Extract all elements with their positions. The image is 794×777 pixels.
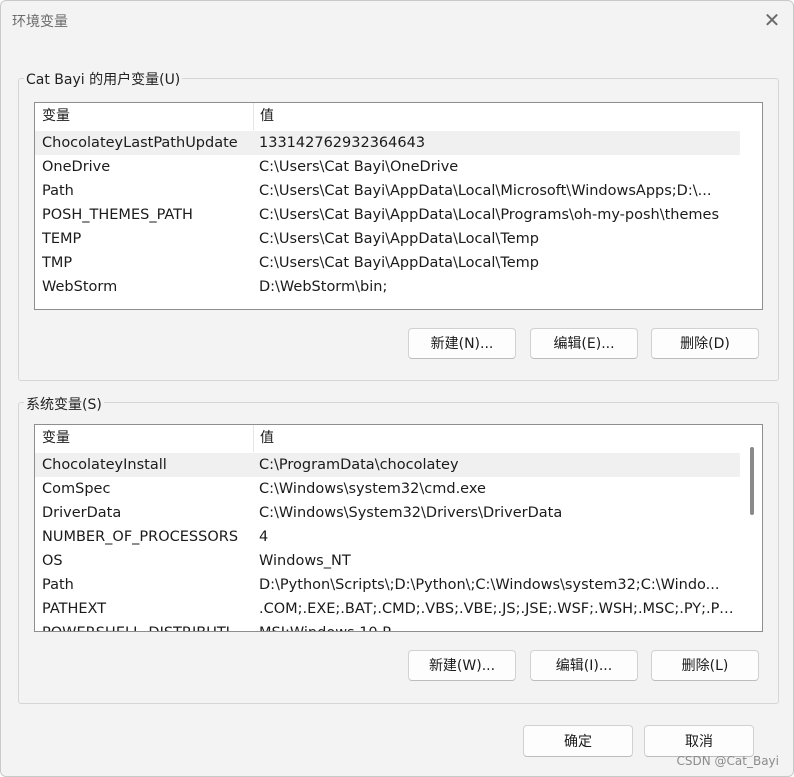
variable-name: WebStorm bbox=[42, 279, 118, 295]
user-variables-list[interactable]: 变量 值 ChocolateyLastPathUpdate 1331427629… bbox=[34, 102, 763, 310]
variable-value: Windows_NT bbox=[259, 553, 351, 569]
system-variables-list[interactable]: 变量 值 ChocolateyInstall C:\ProgramData\ch… bbox=[34, 424, 763, 632]
table-row[interactable]: POWERSHELL_DISTRIBUTI... MSI:Windows 10 … bbox=[35, 621, 740, 631]
environment-variables-dialog: 环境变量 ✕ Cat Bayi 的用户变量(U) 变量 值 Chocolatey… bbox=[0, 0, 794, 777]
system-delete-button[interactable]: 删除(L) bbox=[651, 650, 759, 681]
table-row[interactable]: NUMBER_OF_PROCESSORS 4 bbox=[35, 525, 740, 549]
table-row[interactable]: POSH_THEMES_PATH C:\Users\Cat Bayi\AppDa… bbox=[35, 203, 760, 227]
variable-value: MSI:Windows 10 P... bbox=[259, 621, 737, 631]
user-new-button[interactable]: 新建(N)... bbox=[408, 328, 516, 359]
cancel-button[interactable]: 取消 bbox=[644, 725, 754, 757]
user-variables-label: Cat Bayi 的用户变量(U) bbox=[24, 69, 183, 89]
variable-name: OneDrive bbox=[42, 159, 111, 175]
variable-value: C:\Windows\System32\Drivers\DriverData bbox=[259, 505, 563, 521]
variable-value: C:\Users\Cat Bayi\AppData\Local\Temp bbox=[259, 255, 539, 271]
variable-value: .COM;.EXE;.BAT;.CMD;.VBS;.VBE;.JS;.JSE;.… bbox=[259, 601, 737, 617]
variable-value: C:\Users\Cat Bayi\OneDrive bbox=[259, 159, 459, 175]
system-new-button[interactable]: 新建(W)... bbox=[408, 650, 516, 681]
variable-value: C:\Users\Cat Bayi\AppData\Local\Temp bbox=[259, 231, 539, 247]
variable-name: DriverData bbox=[42, 505, 122, 521]
variable-value: C:\ProgramData\chocolatey bbox=[259, 457, 459, 473]
variable-value: 133142762932364643 bbox=[259, 135, 426, 151]
variable-value: D:\WebStorm\bin; bbox=[259, 279, 388, 295]
variable-name: OS bbox=[42, 553, 63, 569]
table-row[interactable]: Path C:\Users\Cat Bayi\AppData\Local\Mic… bbox=[35, 179, 760, 203]
ok-button[interactable]: 确定 bbox=[523, 725, 633, 757]
table-row[interactable]: ChocolateyInstall C:\ProgramData\chocola… bbox=[35, 453, 740, 477]
table-row[interactable]: Path D:\Python\Scripts\;D:\Python\;C:\Wi… bbox=[35, 573, 740, 597]
variable-value: C:\Windows\system32\cmd.exe bbox=[259, 481, 486, 497]
table-row[interactable]: ComSpec C:\Windows\system32\cmd.exe bbox=[35, 477, 740, 501]
system-variables-label: 系统变量(S) bbox=[24, 394, 104, 414]
variable-name: ComSpec bbox=[42, 481, 111, 497]
user-delete-button[interactable]: 删除(D) bbox=[651, 328, 759, 359]
variable-name: ChocolateyLastPathUpdate bbox=[42, 135, 238, 151]
window-title: 环境变量 bbox=[12, 14, 68, 30]
variable-name: Path bbox=[42, 183, 74, 199]
list-header: 变量 值 bbox=[35, 425, 762, 452]
table-row[interactable]: TMP C:\Users\Cat Bayi\AppData\Local\Temp bbox=[35, 251, 760, 275]
variable-value: C:\Users\Cat Bayi\AppData\Local\Microsof… bbox=[259, 183, 712, 199]
title-bar: 环境变量 ✕ bbox=[1, 1, 793, 39]
variable-name: ChocolateyInstall bbox=[42, 457, 167, 473]
variable-name: Path bbox=[42, 577, 74, 593]
table-row[interactable]: DriverData C:\Windows\System32\Drivers\D… bbox=[35, 501, 740, 525]
variable-value: 4 bbox=[259, 529, 269, 545]
table-row[interactable]: PATHEXT .COM;.EXE;.BAT;.CMD;.VBS;.VBE;.J… bbox=[35, 597, 740, 621]
system-edit-button[interactable]: 编辑(I)... bbox=[530, 650, 638, 681]
variable-value: C:\Users\Cat Bayi\AppData\Local\Programs… bbox=[259, 207, 720, 223]
user-edit-button[interactable]: 编辑(E)... bbox=[530, 328, 638, 359]
variable-name: TEMP bbox=[42, 231, 82, 247]
table-row[interactable]: OneDrive C:\Users\Cat Bayi\OneDrive bbox=[35, 155, 760, 179]
table-row[interactable]: WebStorm D:\WebStorm\bin; bbox=[35, 275, 760, 299]
vertical-scrollbar[interactable] bbox=[742, 425, 762, 631]
scrollbar-thumb[interactable] bbox=[750, 447, 754, 515]
column-header-variable[interactable]: 变量 bbox=[35, 103, 254, 130]
variable-name: POSH_THEMES_PATH bbox=[42, 207, 193, 223]
list-header: 变量 值 bbox=[35, 103, 762, 130]
close-icon[interactable]: ✕ bbox=[757, 5, 787, 35]
variable-name: TMP bbox=[42, 255, 73, 271]
variable-value: D:\Python\Scripts\;D:\Python\;C:\Windows… bbox=[259, 577, 720, 593]
column-header-value[interactable]: 值 bbox=[253, 103, 746, 130]
variable-name: PATHEXT bbox=[42, 601, 107, 617]
table-row[interactable]: ChocolateyLastPathUpdate 133142762932364… bbox=[35, 131, 740, 155]
table-row[interactable]: TEMP C:\Users\Cat Bayi\AppData\Local\Tem… bbox=[35, 227, 760, 251]
variable-name: NUMBER_OF_PROCESSORS bbox=[42, 529, 239, 545]
variable-name: POWERSHELL_DISTRIBUTI... bbox=[42, 621, 247, 631]
table-row[interactable]: OS Windows_NT bbox=[35, 549, 740, 573]
column-header-variable[interactable]: 变量 bbox=[35, 425, 254, 452]
column-header-value[interactable]: 值 bbox=[253, 425, 746, 452]
watermark-text: CSDN @Cat_Bayi bbox=[676, 754, 780, 768]
